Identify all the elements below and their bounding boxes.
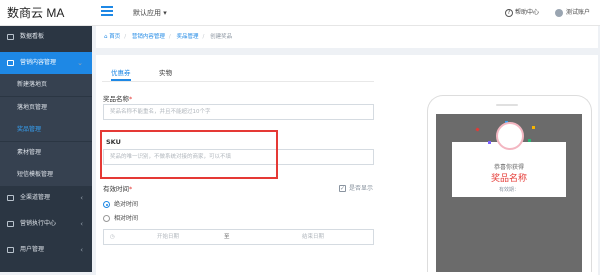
breadcrumb: ⌂ 首页 / 营销内容管理 / 奖品管理 / 创建奖品 <box>96 26 598 48</box>
prize-name-label: 奖品名称* <box>103 93 132 103</box>
help-center-label: 帮助中心 <box>515 9 540 16</box>
app-logo: 数商云 MA <box>7 6 65 20</box>
tab-physical[interactable]: 实物 <box>159 67 172 81</box>
date-separator: 至 <box>224 234 230 240</box>
sidebar-item-content[interactable]: 营销内容管理 ⌄ <box>0 52 92 74</box>
chevron-down-icon: ⌄ <box>77 59 83 67</box>
popup-prize-name: 奖品名称 <box>490 174 527 184</box>
required-mark: * <box>129 185 133 193</box>
prize-image-circle <box>496 122 524 150</box>
sku-highlight-box <box>100 130 278 179</box>
breadcrumb-current: 创建奖品 <box>210 34 233 40</box>
folder-icon <box>7 60 14 66</box>
menu-toggle-icon[interactable] <box>101 6 113 18</box>
breadcrumb-content[interactable]: 营销内容管理 <box>132 34 165 40</box>
confetti-icon <box>528 139 531 142</box>
confetti-icon <box>532 126 535 129</box>
show-checkbox-label: 是否显示 <box>349 185 374 192</box>
sidebar-item-label: 营销执行中心 <box>20 220 57 227</box>
confetti-icon <box>488 141 491 144</box>
sidebar-item-channels[interactable]: 全渠道管理 ‹ <box>0 187 92 209</box>
radio-label: 绝对时间 <box>114 201 139 208</box>
users-icon <box>7 195 14 201</box>
breadcrumb-separator: / <box>202 34 205 40</box>
breadcrumb-prize[interactable]: 奖品管理 <box>177 34 199 40</box>
sidebar-item-label: 用户管理 <box>20 246 45 253</box>
user-menu[interactable]: 测试账户 <box>555 0 590 26</box>
breadcrumb-home[interactable]: 首页 <box>109 34 120 40</box>
radio-relative-time[interactable]: 相对时间 <box>103 213 138 222</box>
phone-speaker <box>496 104 518 106</box>
popup-congrats: 恭喜你获得 <box>493 164 524 171</box>
radio-label: 相对时间 <box>114 215 139 222</box>
sidebar-item-dashboard[interactable]: 数据看板 <box>0 26 92 48</box>
show-checkbox[interactable]: ✓ 是否显示 <box>339 183 373 192</box>
sidebar-sub-material[interactable]: 素材管理 <box>0 142 92 164</box>
radio-off-icon <box>103 215 110 222</box>
tab-coupon[interactable]: 优惠券 <box>111 67 131 81</box>
sidebar-item-users[interactable]: 用户管理 ‹ <box>0 239 92 261</box>
app-select-dropdown[interactable]: 默认应用 ▾ <box>133 0 167 26</box>
monitor-icon <box>7 34 14 40</box>
sidebar-sub-new-landing[interactable]: 新建落地页 <box>0 74 92 96</box>
clock-icon: ◷ <box>110 234 115 240</box>
home-icon: ⌂ <box>104 34 108 40</box>
sidebar-item-label: 全渠道管理 <box>20 194 51 201</box>
monitor-icon <box>7 221 14 227</box>
sidebar-item-label: 营销内容管理 <box>20 59 57 66</box>
breadcrumb-separator: / <box>124 34 127 40</box>
sidebar-item-label: 数据看板 <box>20 33 45 40</box>
start-date-input[interactable]: 开始日期 <box>157 230 179 244</box>
help-center-link[interactable]: ? 帮助中心 <box>505 0 539 26</box>
chevron-left-icon: ‹ <box>80 246 83 254</box>
top-bar: 数商云 MA 默认应用 ▾ ? 帮助中心 测试账户 <box>0 0 600 26</box>
sidebar-sub-landing-manage[interactable]: 落地页管理 <box>0 97 92 119</box>
chevron-left-icon: ‹ <box>80 194 83 202</box>
prize-name-input[interactable]: 奖品名称不能重名，并且不能超过10个字 <box>103 104 374 120</box>
required-mark: * <box>129 95 133 103</box>
radio-on-icon <box>103 201 110 208</box>
end-date-input[interactable]: 结束日期 <box>302 230 324 244</box>
popup-validity: 有效期： <box>498 187 519 193</box>
user-name: 测试账户 <box>566 9 591 16</box>
breadcrumb-separator: / <box>168 34 171 40</box>
sidebar-item-execution[interactable]: 营销执行中心 ‹ <box>0 213 92 235</box>
tab-divider <box>102 81 374 82</box>
sidebar: 数据看板 营销内容管理 ⌄ 新建落地页 落地页管理 奖品管理 素材管理 短信模板管… <box>0 26 92 272</box>
valid-time-label: 有效时间* <box>103 183 132 193</box>
sidebar-sub-sms-template[interactable]: 短信模板管理 <box>0 164 92 186</box>
prize-name-label-text: 奖品名称 <box>103 95 129 103</box>
user-icon <box>7 247 14 253</box>
sidebar-sub-prize-manage[interactable]: 奖品管理 <box>0 119 92 141</box>
checkbox-icon: ✓ <box>339 185 346 192</box>
radio-absolute-time[interactable]: 绝对时间 <box>103 199 138 208</box>
avatar-icon <box>555 8 563 17</box>
date-range-picker[interactable]: ◷ 开始日期 至 结束日期 <box>103 229 374 245</box>
valid-time-label-text: 有效时间 <box>103 185 129 193</box>
chevron-left-icon: ‹ <box>80 220 83 228</box>
help-icon: ? <box>505 8 513 17</box>
